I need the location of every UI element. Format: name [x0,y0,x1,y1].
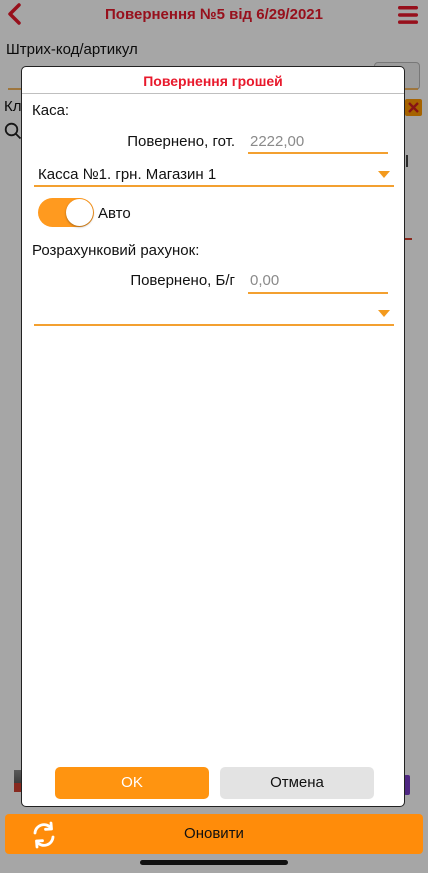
auto-label: Авто [98,205,131,222]
ok-button[interactable]: OK [55,767,209,799]
cash-register-select[interactable]: Касса №1. грн. Магазин 1 [38,166,216,183]
cash-returned-field[interactable]: 2222,00 [250,133,304,150]
refresh-button[interactable]: Оновити [5,814,423,854]
chevron-down-icon[interactable] [378,171,390,178]
toggle-knob [66,199,93,226]
account-returned-underline [248,292,388,294]
account-returned-label: Повернено, Б/г [130,272,235,289]
cancel-button[interactable]: Отмена [220,767,374,799]
dialog-title: Повернення грошей [143,73,283,89]
auto-toggle[interactable] [38,198,94,227]
refresh-label: Оновити [184,825,244,842]
cash-returned-underline [248,152,388,154]
home-indicator [140,860,288,865]
cash-section-label: Каса: [32,102,70,119]
chevron-down-icon[interactable] [378,310,390,317]
cash-register-underline [34,185,394,187]
account-select-underline [34,324,394,326]
account-returned-field[interactable]: 0,00 [250,272,279,289]
account-section-label: Розрахунковий рахунок: [32,242,200,259]
cash-returned-label: Повернено, гот. [127,133,235,150]
divider [22,93,404,94]
refund-dialog: Повернення грошей Каса: Повернено, гот. … [21,66,405,807]
